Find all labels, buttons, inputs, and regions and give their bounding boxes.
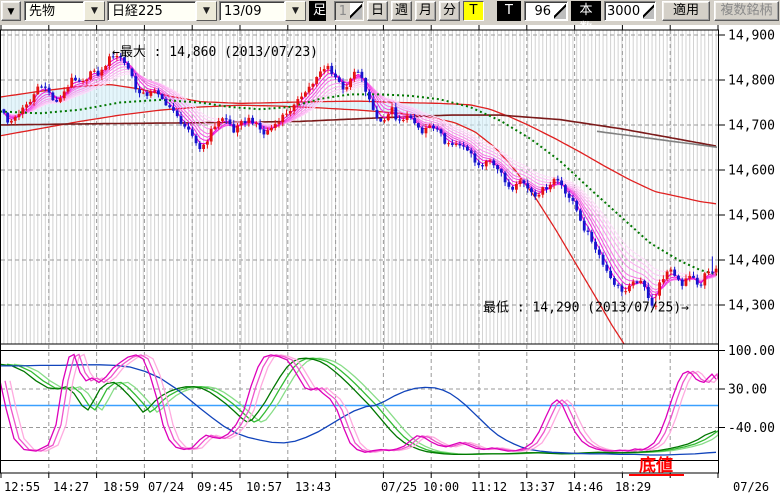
time-axis-label: 14:46 (567, 480, 603, 494)
price-axis-label: 14,600 (728, 164, 775, 179)
symbol-dropdown-icon[interactable]: ▼ (196, 1, 217, 21)
bars-count-spinner[interactable]: 3000 (604, 1, 656, 21)
bar-interval-spinner[interactable]: 1 (334, 1, 364, 21)
tick-count-label: T (497, 1, 521, 21)
price-axis-label: 14,300 (728, 299, 775, 314)
oscillator-axis-label: 100.00 (728, 344, 775, 359)
price-axis-label: 14,700 (728, 119, 775, 134)
price-axis-label: 14,500 (728, 209, 775, 224)
category-value: 先物 (24, 1, 84, 21)
min-price-annotation: 最低 : 14,290 (2013/07/25)→ (483, 301, 689, 316)
time-axis-label: 10:57 (246, 480, 282, 494)
multi-symbol-button[interactable]: 複数銘柄 (714, 1, 779, 21)
period-button-tick[interactable]: T (463, 1, 484, 21)
time-axis-label: 13:37 (519, 480, 555, 494)
dropdown-arrow-icon: ▼ (8, 7, 15, 17)
max-price-annotation: ←最大 : 14,860 (2013/07/23) (112, 45, 318, 60)
symbol-combobox[interactable]: 日経225 ▼ (107, 1, 217, 21)
oscillator-axis-label: 30.00 (728, 383, 767, 398)
bars-count-label: 本数 (571, 1, 601, 21)
time-axis-label: 09:45 (197, 480, 233, 494)
tick-count-spinner[interactable]: 96 (524, 1, 568, 21)
time-axis-label: 11:12 (471, 480, 507, 494)
spinner-icon[interactable] (554, 3, 566, 19)
time-axis-label: 07/25 (381, 480, 417, 494)
time-axis-label: 12:55 (4, 480, 40, 494)
apply-button[interactable]: 適用 (662, 1, 710, 21)
category-combobox[interactable]: 先物 ▼ (24, 1, 105, 21)
contract-combobox[interactable]: 13/09 ▼ (219, 1, 306, 21)
period-button-week[interactable]: 週 (391, 1, 412, 21)
time-axis-label: 07/24 (148, 480, 184, 494)
oscillator-axis-label: -40.00 (728, 421, 775, 436)
contract-value: 13/09 (219, 1, 285, 21)
time-axis-label: 18:59 (103, 480, 139, 494)
bar-interval-value: 1 (335, 2, 349, 20)
period-button-month[interactable]: 月 (415, 1, 436, 21)
contract-dropdown-icon[interactable]: ▼ (285, 1, 306, 21)
time-axis-label: 13:43 (295, 480, 331, 494)
spinner-icon[interactable] (350, 3, 362, 19)
time-axis-label: 18:29 (615, 480, 651, 494)
time-axis-label: 10:00 (423, 480, 459, 494)
price-axis-label: 14,900 (728, 29, 775, 44)
category-dropdown-icon[interactable]: ▼ (84, 1, 105, 21)
period-button-day[interactable]: 日 (367, 1, 388, 21)
chart-area: ←最大 : 14,860 (2013/07/23) 最低 : 14,290 (20… (0, 25, 780, 500)
chart-canvas[interactable]: ←最大 : 14,860 (2013/07/23) 最低 : 14,290 (20… (0, 25, 780, 500)
symbol-value: 日経225 (107, 1, 196, 21)
price-axis-label: 14,800 (728, 74, 775, 89)
time-axis-label: 14:27 (53, 480, 89, 494)
spinner-icon[interactable] (643, 3, 654, 19)
toolbar: ▼ 先物 ▼ 日経225 ▼ 13/09 ▼ 足 1 日 週 月 分 T T 9… (0, 0, 780, 26)
tick-count-value: 96 (525, 2, 553, 20)
time-axis-label: 07/26 (733, 480, 769, 494)
bars-count-value: 3000 (605, 2, 642, 20)
mini-dropdown-button[interactable]: ▼ (1, 1, 21, 21)
price-axis-label: 14,400 (728, 254, 775, 269)
bar-type-label: 足 (309, 1, 326, 21)
bottom-price-annotation: 底値 (639, 455, 673, 476)
period-button-minute[interactable]: 分 (439, 1, 460, 21)
